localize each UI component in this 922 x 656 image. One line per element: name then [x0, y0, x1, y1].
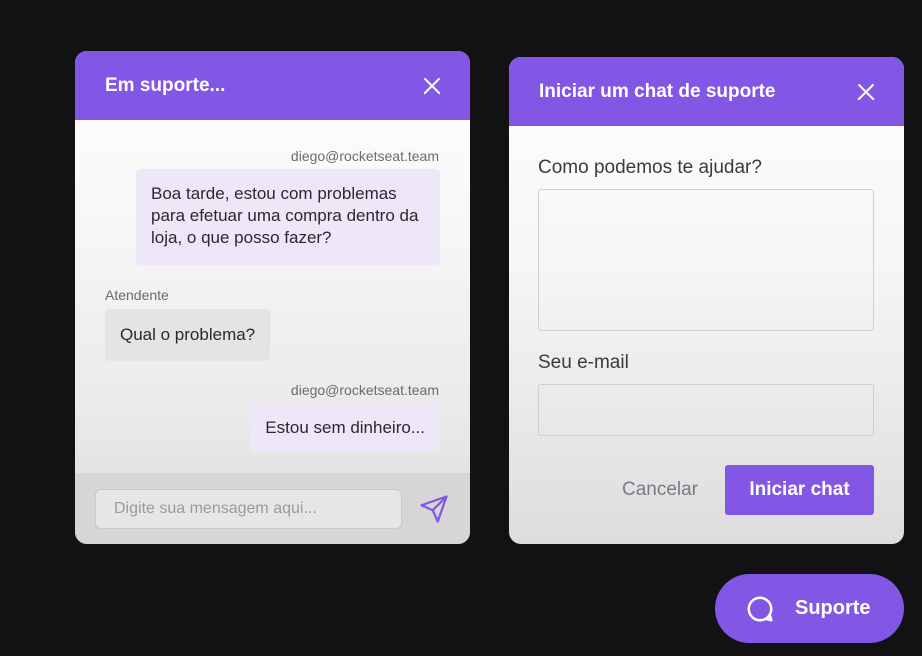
- start-chat-button[interactable]: Iniciar chat: [725, 465, 874, 515]
- close-form-button[interactable]: [854, 80, 878, 104]
- form-title: Iniciar um chat de suporte: [539, 80, 776, 102]
- cancel-button[interactable]: Cancelar: [611, 465, 709, 515]
- support-button[interactable]: Suporte: [715, 574, 904, 643]
- start-chat-window: Iniciar um chat de suporte Como podemos …: [509, 57, 904, 544]
- email-field[interactable]: [538, 384, 874, 436]
- send-icon: [420, 494, 448, 523]
- email-label: Seu e-mail: [538, 352, 629, 373]
- support-button-label: Suporte: [795, 597, 871, 619]
- message-bubble-agent: Qual o problema?: [105, 309, 271, 361]
- form-header: Iniciar um chat de suporte: [509, 57, 904, 126]
- message-sender: diego@rocketseat.team: [290, 382, 439, 398]
- message-input[interactable]: [95, 488, 403, 529]
- message-line: para efetuar uma compra dentro da: [151, 206, 419, 225]
- support-chat-window: Em suporte... diego@rocketseat.team Boa …: [75, 51, 470, 544]
- message-bubble-user: Estou sem dinheiro...: [250, 404, 440, 452]
- message-list: diego@rocketseat.team Boa tarde, estou c…: [75, 120, 470, 473]
- message-line: loja, o que posso fazer?: [151, 228, 332, 247]
- chat-header: Em suporte...: [75, 51, 470, 120]
- chat-title: Em suporte...: [105, 74, 226, 96]
- message-sender: Atendente: [105, 287, 169, 303]
- message-sender: diego@rocketseat.team: [290, 148, 439, 164]
- send-message-button[interactable]: [418, 493, 450, 525]
- question-textarea[interactable]: [538, 189, 874, 331]
- message-line: Boa tarde, estou com problemas: [151, 184, 397, 203]
- message-bubble-user: Boa tarde, estou com problemas para efet…: [136, 169, 440, 265]
- chat-footer: [75, 473, 470, 544]
- chat-bubble-icon: [747, 596, 773, 621]
- close-chat-button[interactable]: [420, 74, 444, 98]
- question-label: Como podemos te ajudar?: [538, 157, 762, 178]
- screen: Em suporte... diego@rocketseat.team Boa …: [0, 0, 922, 656]
